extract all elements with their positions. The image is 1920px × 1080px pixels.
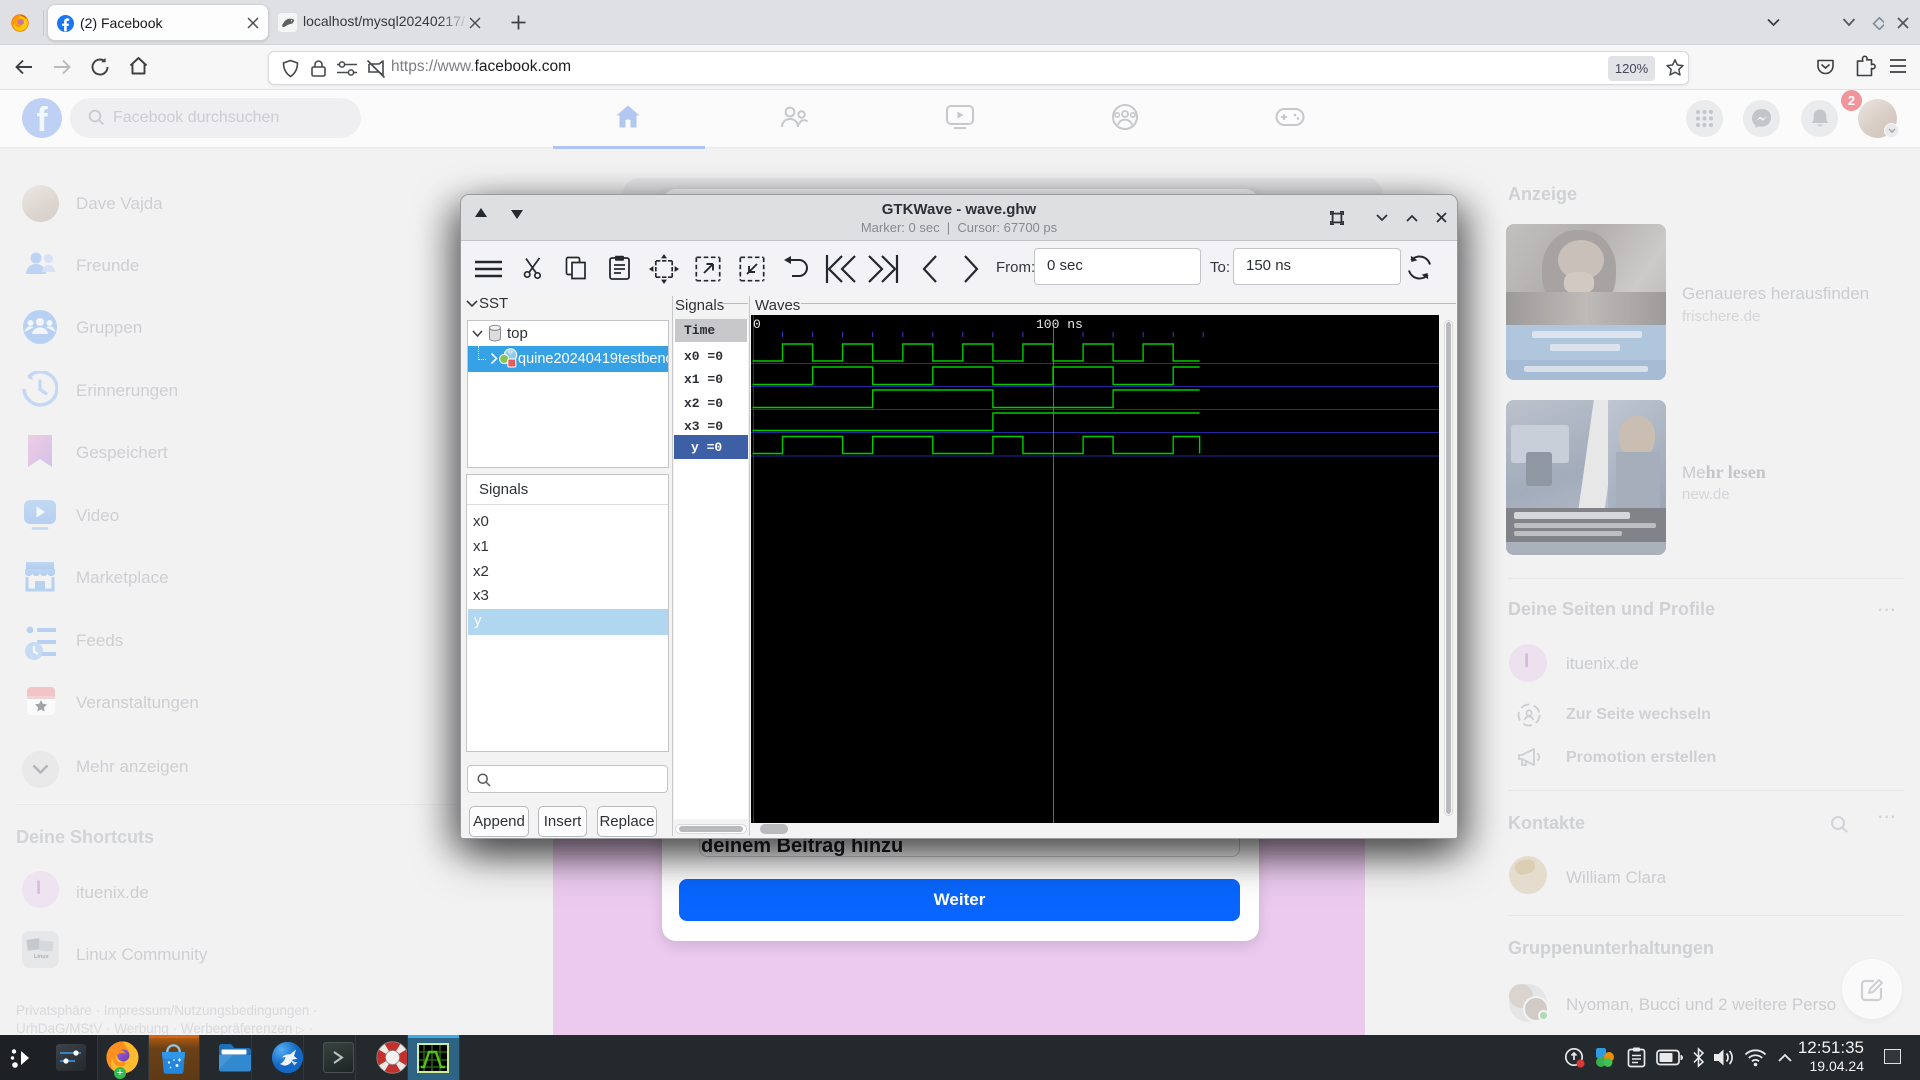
svg-text:100 ns: 100 ns (1036, 317, 1083, 332)
svg-text:0: 0 (753, 317, 761, 332)
svg-text:Linux: Linux (34, 954, 50, 960)
